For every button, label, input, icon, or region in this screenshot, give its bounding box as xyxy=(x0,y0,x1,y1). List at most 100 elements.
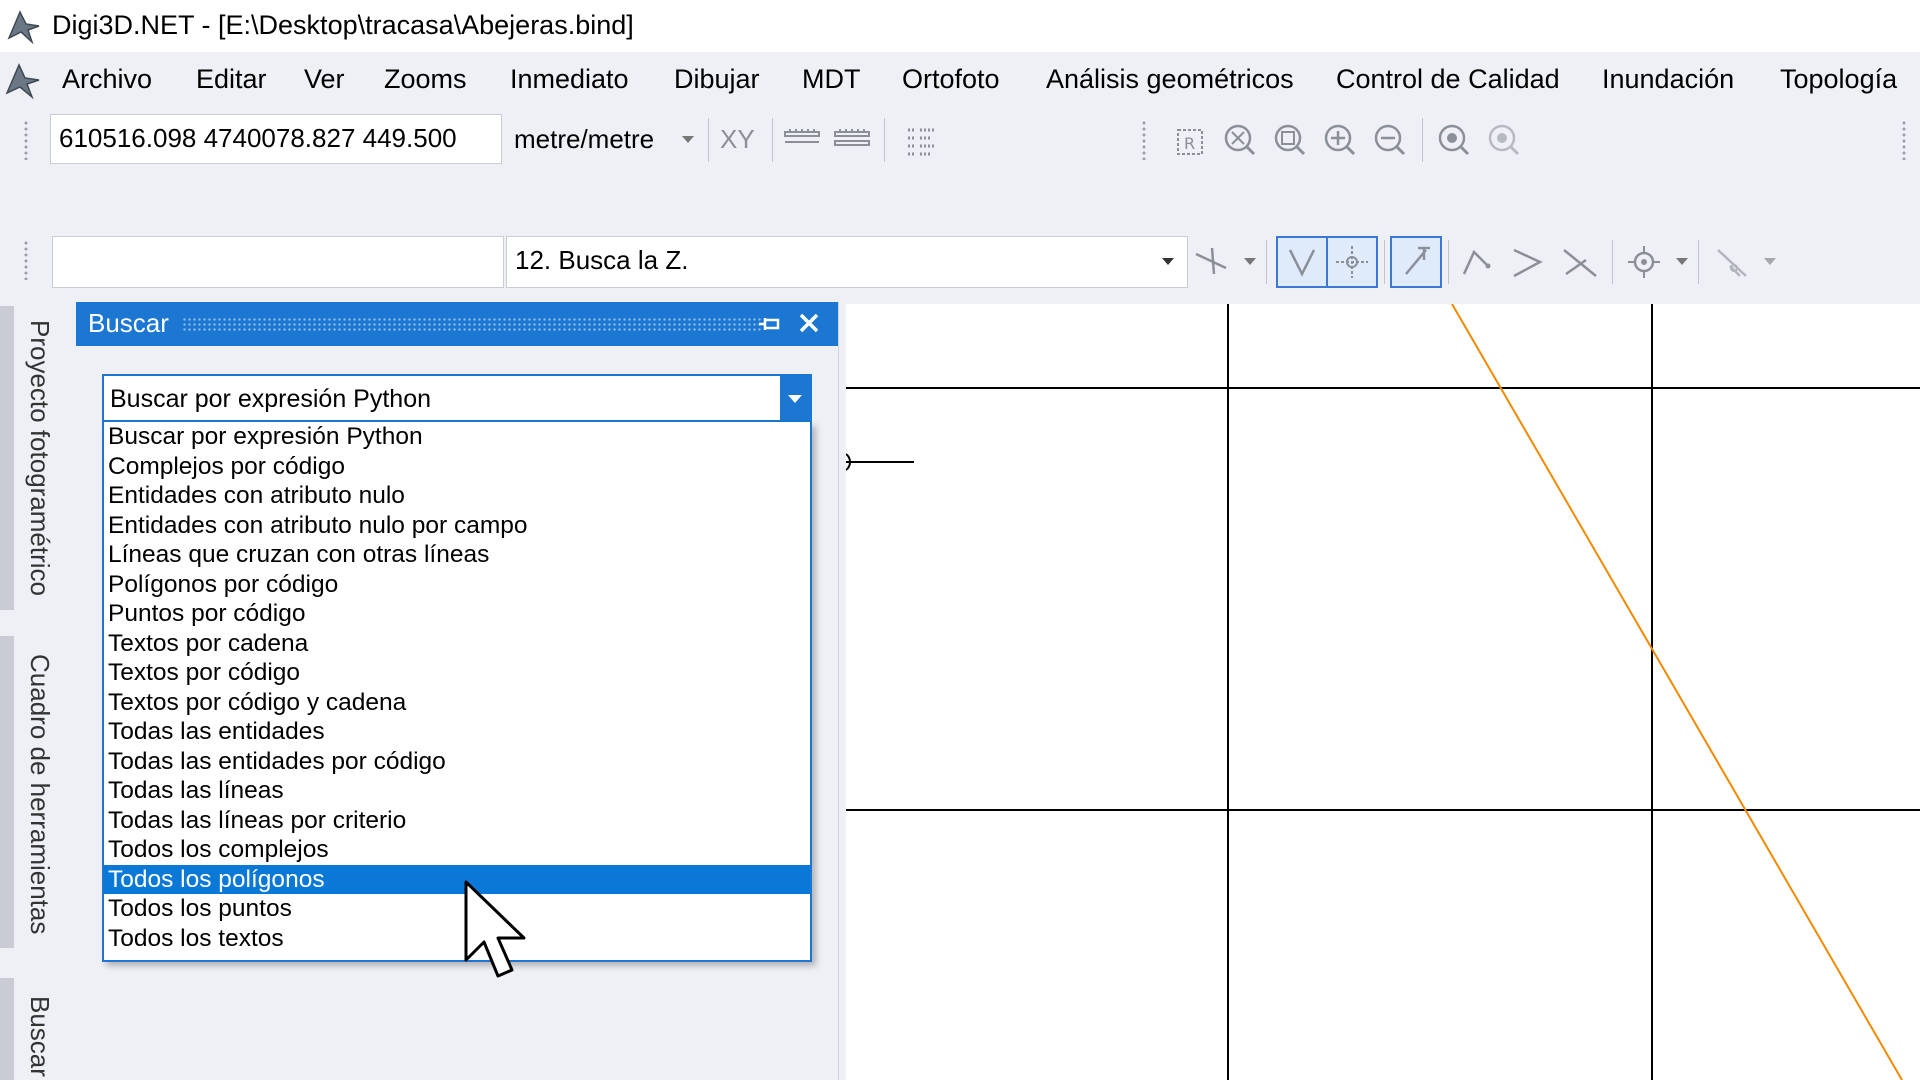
mouse-cursor-icon xyxy=(462,880,534,982)
digi3d-logo-icon[interactable] xyxy=(6,8,42,45)
menu-control-de-calidad[interactable]: Control de Calidad xyxy=(1336,64,1560,95)
ruler-horizontal-icon[interactable] xyxy=(782,120,822,160)
list-item[interactable]: Textos por código xyxy=(104,658,810,688)
list-item[interactable]: Complejos por código xyxy=(104,452,810,482)
toolbar-separator xyxy=(772,118,773,162)
window-title: Digi3D.NET - [E:\Desktop\tracasa\Abejera… xyxy=(52,10,634,40)
disabled-snap-dropdown-icon[interactable] xyxy=(1764,258,1776,265)
list-item[interactable]: Todas las líneas xyxy=(104,776,810,806)
coordinates-field[interactable]: 610516.098 4740078.827 449.500 xyxy=(50,114,502,164)
list-item[interactable]: Polígonos por código xyxy=(104,570,810,600)
panel-title: Buscar xyxy=(88,308,169,338)
toolbar-separator xyxy=(884,118,885,162)
zoom-extents-icon[interactable] xyxy=(1220,120,1260,160)
xy-toggle[interactable]: XY xyxy=(720,124,755,155)
list-item[interactable]: Todos los textos xyxy=(104,924,810,954)
pin-icon[interactable] xyxy=(756,310,784,338)
drawing-canvas[interactable] xyxy=(846,304,1920,1080)
zoom-out-icon[interactable] xyxy=(1370,120,1410,160)
toolbar-grip[interactable] xyxy=(22,120,30,160)
list-item[interactable]: Todas las entidades xyxy=(104,717,810,747)
coordinates-toolbar: 610516.098 4740078.827 449.500 metre/met… xyxy=(0,110,1920,172)
perpendicular-snap-icon[interactable] xyxy=(1396,242,1436,282)
units-dropdown-icon[interactable] xyxy=(682,136,694,143)
command-input[interactable] xyxy=(52,236,504,288)
list-item[interactable]: Todas las líneas por criterio xyxy=(104,806,810,836)
list-item[interactable]: Todos los puntos xyxy=(104,894,810,924)
toolbar-grip[interactable] xyxy=(1140,120,1148,160)
search-type-list: Buscar por expresión Python Complejos po… xyxy=(102,422,812,962)
disabled-snap-icon[interactable] xyxy=(1712,242,1752,282)
zoom-next-icon[interactable] xyxy=(1484,120,1524,160)
target-dropdown-icon[interactable] xyxy=(1676,258,1688,265)
snap-dropdown-icon[interactable] xyxy=(1244,258,1256,265)
side-tab-indicator xyxy=(0,636,14,948)
angle-icon[interactable] xyxy=(1508,242,1548,282)
command-dropdown-icon[interactable] xyxy=(1162,258,1174,265)
toolbar-separator xyxy=(1384,240,1385,284)
list-item[interactable]: Todas las entidades por código xyxy=(104,747,810,777)
zoom-previous-icon[interactable] xyxy=(1434,120,1474,160)
list-item[interactable]: Puntos por código xyxy=(104,599,810,629)
menu-inundacion[interactable]: Inundación xyxy=(1602,64,1734,95)
menu-analisis-geometricos[interactable]: Análisis geométricos xyxy=(1046,64,1294,95)
tab-buscar[interactable]: Buscar xyxy=(24,996,55,1077)
toolbar-grip[interactable] xyxy=(22,240,30,280)
panel-header: Buscar xyxy=(76,302,838,346)
title-bar: Digi3D.NET - [E:\Desktop\tracasa\Abejera… xyxy=(0,0,1920,52)
list-item[interactable]: Textos por código y cadena xyxy=(104,688,810,718)
menu-bar: Archivo Editar Ver Zooms Inmediato Dibuj… xyxy=(0,52,1920,110)
ruler-double-icon[interactable] xyxy=(832,120,872,160)
command-select[interactable]: 12. Busca la Z. xyxy=(506,236,1188,288)
polyline-icon[interactable] xyxy=(1458,242,1498,282)
list-item[interactable]: Líneas que cruzan con otras líneas xyxy=(104,540,810,570)
list-item[interactable]: Entidades con atributo nulo por campo xyxy=(104,511,810,541)
center-snap-icon[interactable] xyxy=(1332,242,1372,282)
list-item-selected[interactable]: Todos los polígonos xyxy=(104,864,810,894)
list-item[interactable]: Entidades con atributo nulo xyxy=(104,481,810,511)
zoom-region-icon[interactable]: R xyxy=(1170,122,1210,162)
menu-topologia[interactable]: Topología xyxy=(1780,64,1897,95)
units-select[interactable]: metre/metre xyxy=(514,124,654,155)
list-item[interactable]: Buscar por expresión Python xyxy=(104,422,810,452)
toolbar-separator xyxy=(1698,240,1699,284)
zoom-in-icon[interactable] xyxy=(1320,120,1360,160)
toolbar-separator xyxy=(1448,240,1449,284)
menu-ver[interactable]: Ver xyxy=(304,64,345,95)
toolbar-grip[interactable] xyxy=(1900,120,1908,160)
combo-dropdown-button[interactable] xyxy=(780,376,810,420)
list-icon[interactable] xyxy=(902,122,942,162)
menu-mdt[interactable]: MDT xyxy=(802,64,860,95)
side-tab-indicator xyxy=(0,978,14,1080)
search-type-combo[interactable]: Buscar por expresión Python xyxy=(102,374,812,422)
menu-zooms[interactable]: Zooms xyxy=(384,64,467,95)
orange-polyline[interactable] xyxy=(1451,304,1903,1080)
side-tabs: Proyecto fotogramétrico Cuadro de herram… xyxy=(0,294,68,1080)
tab-proyecto-fotogrametrico[interactable]: Proyecto fotogramétrico xyxy=(24,320,55,596)
menu-ortofoto[interactable]: Ortofoto xyxy=(902,64,1000,95)
list-item[interactable]: Todos los complejos xyxy=(104,835,810,865)
app-menu-icon[interactable] xyxy=(4,61,42,100)
panel-grip[interactable] xyxy=(182,317,762,331)
target-icon[interactable] xyxy=(1624,242,1664,282)
list-item[interactable]: Textos por cadena xyxy=(104,629,810,659)
close-icon[interactable] xyxy=(794,308,824,338)
menu-inmediato[interactable]: Inmediato xyxy=(510,64,629,95)
drawing-svg xyxy=(846,304,1920,1080)
side-tab-indicator xyxy=(0,306,14,610)
menu-editar[interactable]: Editar xyxy=(196,64,267,95)
tab-cuadro-de-herramientas[interactable]: Cuadro de herramientas xyxy=(24,654,55,934)
toolbar-separator xyxy=(1266,240,1267,284)
menu-archivo[interactable]: Archivo xyxy=(62,64,152,95)
menu-dibujar[interactable]: Dibujar xyxy=(674,64,760,95)
chevron-down-icon xyxy=(788,395,802,403)
search-type-value: Buscar por expresión Python xyxy=(110,385,432,413)
intersection-icon[interactable] xyxy=(1560,242,1600,282)
buscar-panel: Buscar Buscar por expresión Python Busca… xyxy=(76,302,839,1080)
snap-icon[interactable] xyxy=(1192,242,1232,282)
vertex-snap-icon[interactable] xyxy=(1282,242,1322,282)
toolbar-separator xyxy=(1422,118,1423,162)
zoom-window-icon[interactable] xyxy=(1270,120,1310,160)
toolbar-separator xyxy=(1612,240,1613,284)
toolbar-separator xyxy=(708,118,709,162)
